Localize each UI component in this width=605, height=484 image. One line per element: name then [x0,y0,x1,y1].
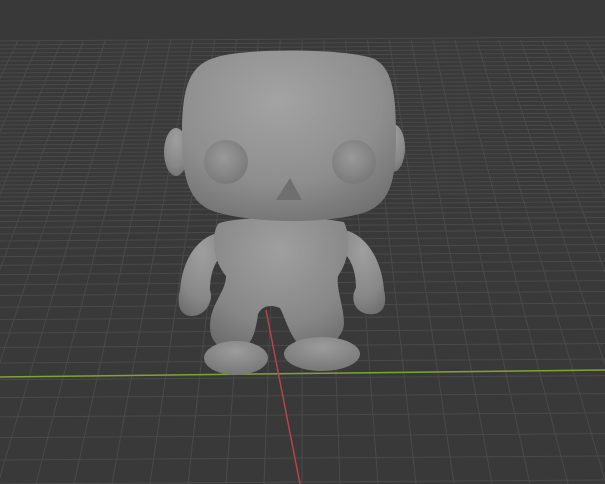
right-eye [332,140,376,184]
3d-viewport[interactable] [0,0,605,484]
right-foot [284,337,360,371]
viewport-canvas[interactable] [0,0,605,484]
left-foot [204,341,268,375]
left-eye [204,140,248,184]
